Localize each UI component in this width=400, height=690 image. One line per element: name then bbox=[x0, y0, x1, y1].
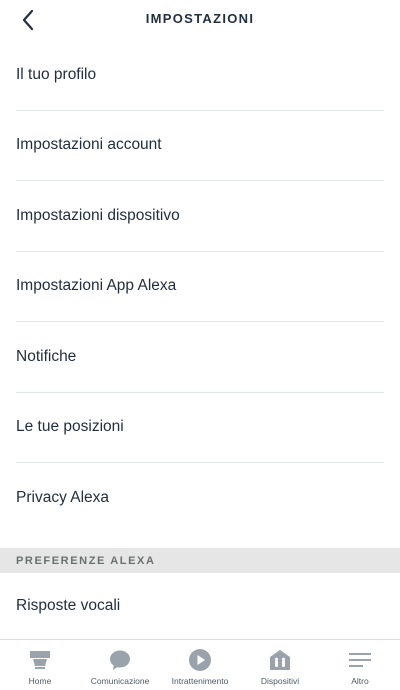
tab-entertainment[interactable]: Intrattenimento bbox=[160, 640, 240, 690]
settings-item-profile[interactable]: Il tuo profilo bbox=[16, 40, 384, 111]
bottom-tab-bar: Home Comunicazione Intrattenimento Dispo… bbox=[0, 639, 400, 690]
tab-more[interactable]: Altro bbox=[320, 640, 400, 690]
settings-item-voice-responses[interactable]: Risposte vocali bbox=[16, 573, 384, 639]
menu-lines-icon bbox=[347, 648, 373, 672]
settings-item-label: Impostazioni account bbox=[16, 136, 162, 154]
tab-label: Dispositivi bbox=[260, 676, 300, 686]
settings-item-label: Privacy Alexa bbox=[16, 489, 110, 507]
tab-devices[interactable]: Dispositivi bbox=[240, 640, 320, 690]
settings-item-label: Le tue posizioni bbox=[16, 418, 124, 436]
settings-item-label: Risposte vocali bbox=[16, 597, 121, 614]
tab-communication[interactable]: Comunicazione bbox=[80, 640, 160, 690]
header-bar: IMPOSTAZIONI bbox=[0, 0, 400, 40]
tab-label: Intrattenimento bbox=[171, 676, 229, 686]
settings-item-account[interactable]: Impostazioni account bbox=[16, 111, 384, 181]
settings-item-label: Impostazioni dispositivo bbox=[16, 206, 180, 224]
settings-item-label: Impostazioni App Alexa bbox=[16, 277, 177, 295]
play-icon bbox=[187, 648, 213, 672]
section-header-alexa-preferences: PREFERENZE ALEXA bbox=[0, 548, 400, 573]
settings-item-label: Il tuo profilo bbox=[16, 65, 97, 83]
tab-label: Comunicazione bbox=[90, 676, 150, 686]
settings-item-label: Notifiche bbox=[16, 347, 77, 365]
tab-label: Home bbox=[28, 676, 52, 686]
chat-bubble-icon bbox=[107, 648, 133, 672]
settings-item-locations[interactable]: Le tue posizioni bbox=[16, 393, 384, 463]
settings-item-privacy[interactable]: Privacy Alexa bbox=[16, 463, 384, 534]
home-icon bbox=[27, 648, 53, 672]
devices-house-icon bbox=[267, 648, 293, 672]
alexa-preferences-list: Risposte vocali bbox=[0, 573, 400, 639]
page-title: IMPOSTAZIONI bbox=[145, 11, 255, 26]
settings-list: Il tuo profilo Impostazioni account Impo… bbox=[0, 40, 400, 534]
settings-item-app[interactable]: Impostazioni App Alexa bbox=[16, 252, 384, 322]
tab-home[interactable]: Home bbox=[0, 640, 80, 690]
settings-item-device[interactable]: Impostazioni dispositivo bbox=[16, 181, 384, 252]
settings-item-notifications[interactable]: Notifiche bbox=[16, 322, 384, 393]
tab-label: Altro bbox=[351, 676, 369, 686]
